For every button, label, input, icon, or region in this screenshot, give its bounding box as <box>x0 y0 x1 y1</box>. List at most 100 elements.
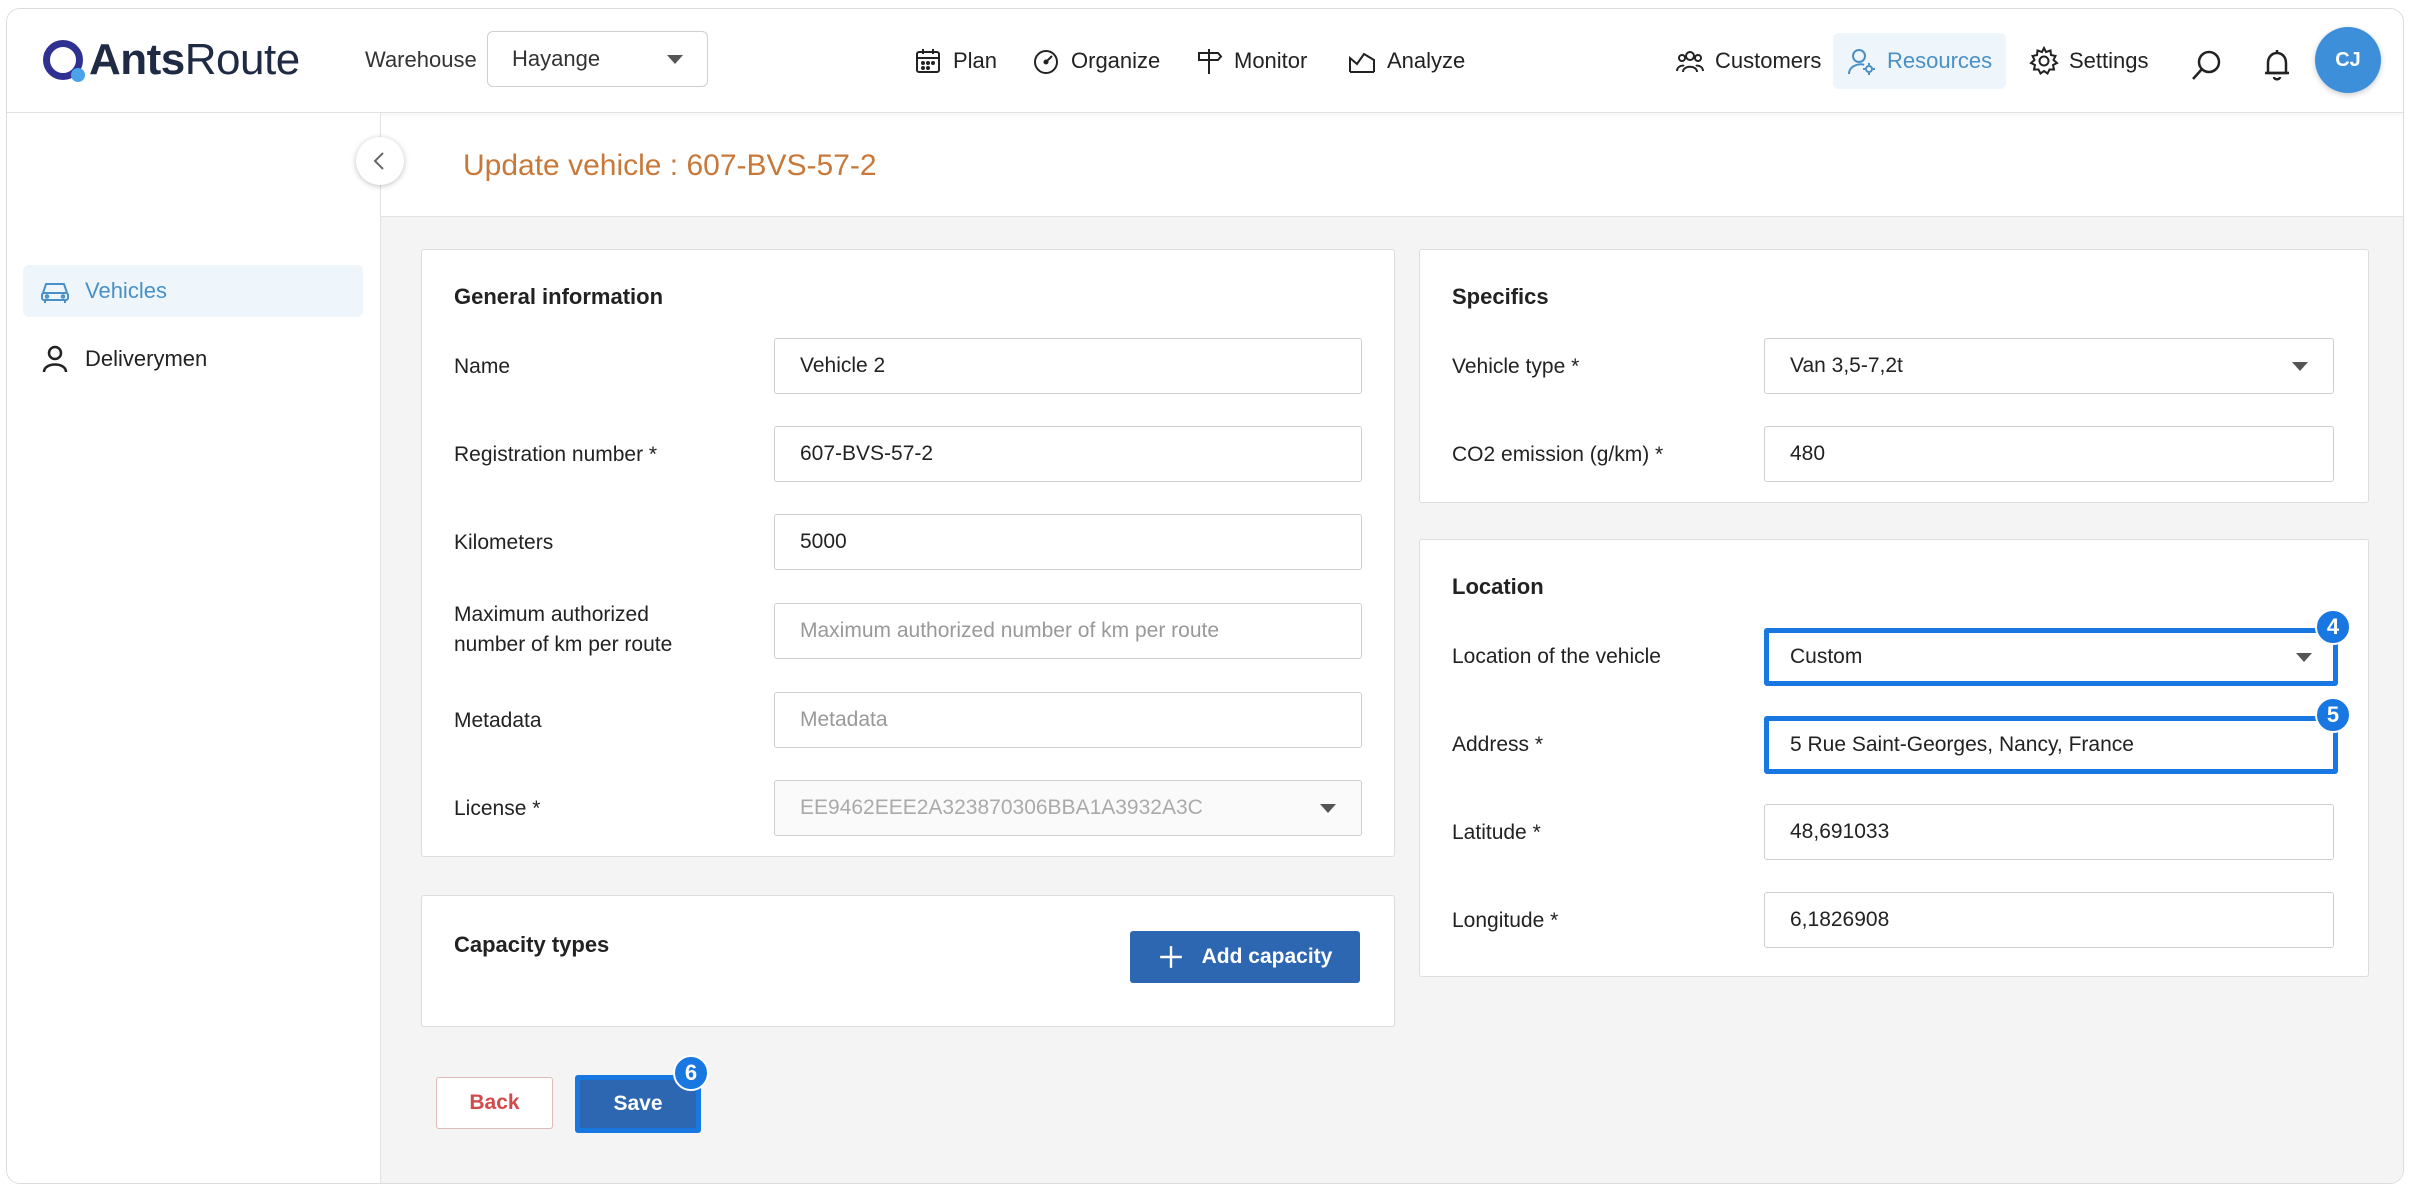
nav-customers-label: Customers <box>1715 48 1822 73</box>
general-information-title: General information <box>454 284 664 309</box>
co2-label: CO2 emission (g/km) * <box>1452 443 1664 466</box>
max-km-label-line2: number of km per route <box>454 633 673 656</box>
step-badge-6: 6 <box>673 1055 709 1091</box>
nav-analyze-label: Analyze <box>1387 48 1466 73</box>
kilometers-value: 5000 <box>800 530 847 553</box>
collapse-sidebar-button[interactable] <box>356 137 404 185</box>
specifics-card: Specifics Vehicle type * Van 3,5-7,2t CO… <box>1419 249 2369 503</box>
nav-organize-label: Organize <box>1071 48 1161 73</box>
nav-settings-label: Settings <box>2069 48 2149 73</box>
gear-icon <box>2029 46 2059 75</box>
kilometers-label: Kilometers <box>454 531 554 554</box>
name-input[interactable]: Vehicle 2 <box>774 338 1362 394</box>
signpost-icon <box>1198 49 1223 74</box>
vehicle-type-label: Vehicle type * <box>1452 355 1580 378</box>
longitude-input[interactable]: 6,1826908 <box>1764 892 2334 948</box>
location-title: Location <box>1452 574 1544 599</box>
max-km-label-line1: Maximum authorized <box>454 603 649 626</box>
name-value: Vehicle 2 <box>800 354 886 377</box>
capacity-types-title: Capacity types <box>454 932 610 957</box>
location-value: Custom <box>1790 645 1863 668</box>
sidebar-item-label: Deliverymen <box>85 346 208 371</box>
longitude-label: Longitude * <box>1452 909 1559 932</box>
sidebar-item-label: Vehicles <box>85 278 167 303</box>
max-km-placeholder: Maximum authorized number of km per rout… <box>800 619 1220 642</box>
metadata-label: Metadata <box>454 709 542 732</box>
warehouse-label: Warehouse <box>365 47 477 72</box>
step-badge-4: 4 <box>2315 609 2351 645</box>
max-km-input[interactable]: Maximum authorized number of km per rout… <box>774 603 1362 659</box>
top-header: AntsRoute Warehouse Hayange Plan Organiz… <box>7 9 2403 113</box>
chevron-down-icon <box>667 54 683 64</box>
logo-text: AntsRoute <box>89 35 300 84</box>
step-badge-5: 5 <box>2315 697 2351 733</box>
address-input[interactable]: 5 Rue Saint-Georges, Nancy, France <box>1764 716 2338 774</box>
sidebar-item-deliverymen[interactable]: Deliverymen <box>23 333 363 385</box>
users-group-icon <box>1676 51 1704 73</box>
license-select[interactable]: EE9462EEE2A323870306BBA1A3932A3C <box>774 780 1362 836</box>
metadata-placeholder: Metadata <box>800 708 888 731</box>
general-information-card: General information Name Vehicle 2 Regis… <box>421 249 1395 857</box>
latitude-value: 48,691033 <box>1790 820 1890 843</box>
specifics-title: Specifics <box>1452 284 1549 309</box>
nav-analyze[interactable]: Analyze <box>1337 39 1475 83</box>
nav-resources-label: Resources <box>1887 48 1993 73</box>
license-label: License * <box>454 797 541 820</box>
chevron-left-icon <box>373 152 384 170</box>
nav-monitor-label: Monitor <box>1234 48 1308 73</box>
add-capacity-button[interactable]: Add capacity <box>1130 931 1360 983</box>
bell-icon <box>2265 50 2289 81</box>
sidebar: Vehicles Deliverymen <box>7 113 381 1183</box>
page-title: Update vehicle : 607-BVS-57-2 <box>463 149 877 182</box>
add-capacity-label: Add capacity <box>1201 945 1333 968</box>
nav-monitor[interactable]: Monitor <box>1184 39 1317 83</box>
calendar-icon <box>916 49 940 73</box>
address-label: Address * <box>1452 733 1544 756</box>
location-of-vehicle-label: Location of the vehicle <box>1452 645 1661 668</box>
search-button[interactable] <box>2189 47 2225 83</box>
warehouse-value: Hayange <box>512 46 601 71</box>
registration-input[interactable]: 607-BVS-57-2 <box>774 426 1362 482</box>
license-value: EE9462EEE2A323870306BBA1A3932A3C <box>800 796 1203 819</box>
nav-customers[interactable]: Customers <box>1665 39 1831 83</box>
back-button[interactable]: Back <box>436 1077 553 1129</box>
longitude-value: 6,1826908 <box>1790 908 1890 931</box>
antsroute-logo[interactable]: AntsRoute <box>43 35 300 85</box>
kilometers-input[interactable]: 5000 <box>774 514 1362 570</box>
logo-mark-icon <box>43 40 85 82</box>
latitude-input[interactable]: 48,691033 <box>1764 804 2334 860</box>
address-value: 5 Rue Saint-Georges, Nancy, France <box>1790 733 2134 756</box>
person-icon <box>42 345 68 373</box>
registration-value: 607-BVS-57-2 <box>800 442 934 465</box>
sidebar-item-vehicles[interactable]: Vehicles <box>23 265 363 317</box>
vehicle-type-select[interactable]: Van 3,5-7,2t <box>1764 338 2334 394</box>
nav-resources[interactable]: Resources <box>1833 33 2007 89</box>
warehouse-select[interactable]: Hayange <box>487 31 708 87</box>
nav-plan[interactable]: Plan <box>903 39 1007 83</box>
user-avatar[interactable]: CJ <box>2315 27 2381 93</box>
page-title-bar: Update vehicle : 607-BVS-57-2 <box>381 113 2403 217</box>
user-gear-icon <box>1848 49 1875 75</box>
registration-label: Registration number * <box>454 443 658 466</box>
search-icon <box>2192 50 2221 80</box>
location-of-vehicle-select[interactable]: Custom <box>1764 628 2338 686</box>
metadata-input[interactable]: Metadata <box>774 692 1362 748</box>
latitude-label: Latitude * <box>1452 821 1541 844</box>
nav-organize[interactable]: Organize <box>1021 39 1170 83</box>
speedometer-icon <box>1034 50 1058 74</box>
location-card: Location Location of the vehicle Custom … <box>1419 539 2369 977</box>
car-icon <box>41 283 69 303</box>
chevron-down-icon <box>2296 652 2312 662</box>
nav-settings[interactable]: Settings <box>2019 39 2159 83</box>
notifications-button[interactable] <box>2259 47 2295 83</box>
vehicle-type-value: Van 3,5-7,2t <box>1790 354 1903 377</box>
plus-icon <box>1159 946 1182 968</box>
name-label: Name <box>454 355 511 378</box>
co2-input[interactable]: 480 <box>1764 426 2334 482</box>
chart-area-icon <box>1349 52 1375 73</box>
chevron-down-icon <box>1320 803 1336 813</box>
chevron-down-icon <box>2292 361 2308 371</box>
app-window: AntsRoute Warehouse Hayange Plan Organiz… <box>6 8 2404 1184</box>
nav-plan-label: Plan <box>953 48 998 73</box>
co2-value: 480 <box>1790 442 1826 465</box>
